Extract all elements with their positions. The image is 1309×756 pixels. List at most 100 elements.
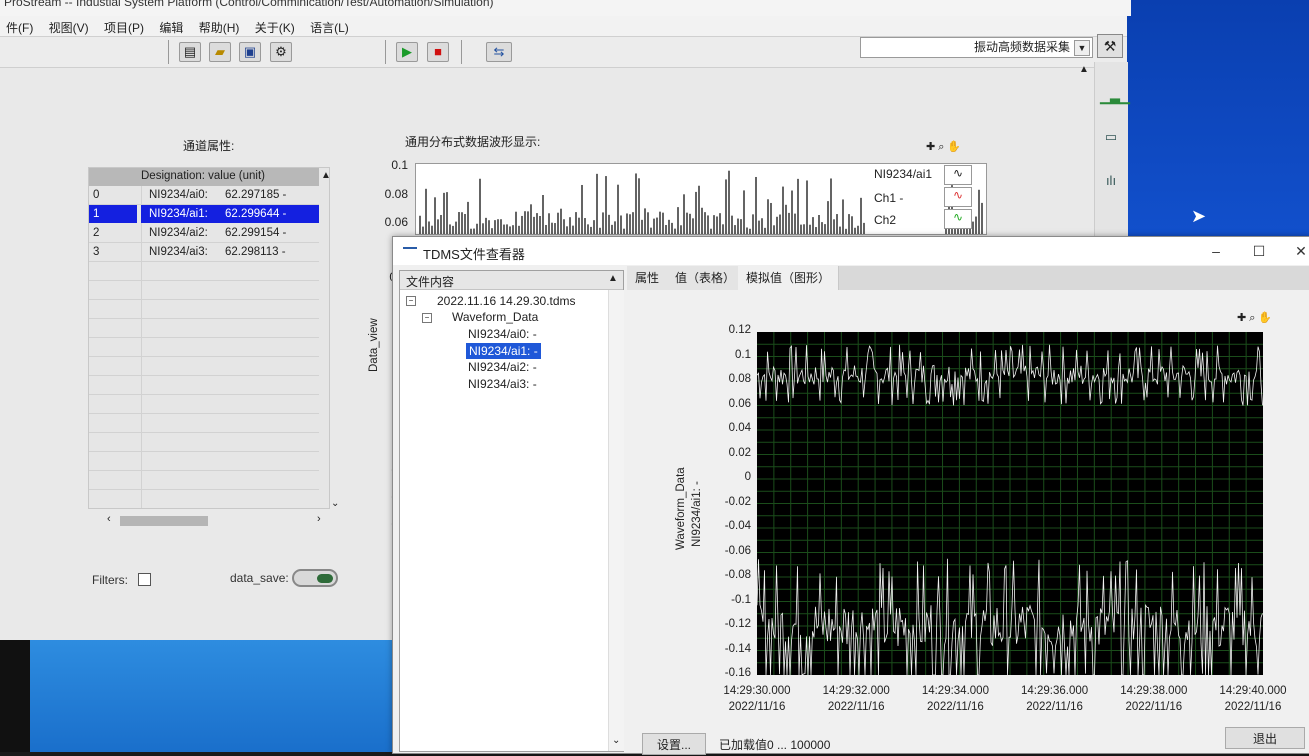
scroll-up-icon[interactable]: ▲	[608, 273, 618, 284]
menu-project[interactable]: 项目(P)	[98, 16, 150, 36]
tab-analog-graph[interactable]: 模拟值（图形）	[738, 266, 840, 290]
mode-select[interactable]: 振动高频数据采集 ▼	[860, 37, 1093, 58]
screen-edge	[0, 630, 30, 752]
x-tick-label: 14:29:32.000 2022/11/16	[822, 685, 890, 713]
menu-language[interactable]: 语言(L)	[304, 16, 355, 36]
y-tick-label: -0.14	[724, 642, 751, 655]
scroll-up-icon[interactable]: ▲	[1077, 64, 1091, 78]
row-index: 1	[89, 205, 137, 223]
filters-label: Filters:	[92, 573, 128, 587]
tree-node-channel[interactable]: NI9234/ai2: -	[468, 359, 537, 375]
window-icon	[403, 247, 417, 255]
tree-node-channel[interactable]: NI9234/ai3: -	[468, 376, 537, 392]
tree-node-group[interactable]: Waveform_Data	[452, 309, 538, 325]
collapse-icon[interactable]: −	[422, 313, 432, 323]
filters-checkbox[interactable]	[138, 573, 151, 586]
row-divider	[89, 280, 319, 281]
table-row-selected[interactable]: 1 NI9234/ai1: 62.299644 -	[89, 205, 319, 223]
y-tick-label: 0.02	[728, 446, 751, 459]
tree-header: 文件内容 ▲	[400, 271, 623, 290]
table-hscrollbar[interactable]: ‹ ›	[105, 513, 327, 527]
menu-bar: 件(F) 视图(V) 项目(P) 编辑 帮助(H) 关于(K) 语言(L)	[0, 16, 1127, 37]
wave-display-label: 通用分布式数据波形显示:	[405, 135, 541, 149]
channel-props-label: 通道属性:	[183, 139, 235, 153]
x-tick-label: 14:29:38.000 2022/11/16	[1120, 685, 1188, 713]
scroll-thumb[interactable]	[120, 516, 208, 526]
export-icon[interactable]: ⇆	[486, 42, 512, 62]
loaded-status: 已加载值0 ... 100000	[719, 738, 831, 752]
y-tick-label: 0	[744, 471, 751, 483]
channel-name: NI9234/ai3:	[149, 246, 208, 258]
tree-node-channel[interactable]: NI9234/ai0: -	[468, 326, 537, 342]
scroll-left-icon[interactable]: ‹	[107, 513, 111, 525]
tab-properties[interactable]: 属性	[627, 266, 669, 290]
stop-icon[interactable]: ■	[427, 42, 449, 62]
minimize-icon[interactable]: –	[1205, 241, 1227, 261]
channel-name: NI9234/ai1:	[149, 208, 208, 220]
maximize-icon[interactable]: ☐	[1248, 241, 1270, 261]
mouse-cursor-icon: ➤	[1191, 206, 1207, 226]
toolbar-separator	[461, 40, 462, 64]
row-divider	[89, 337, 319, 338]
graph-tools-icon[interactable]: ✚⌕✋	[1237, 311, 1297, 327]
y-tick-label: 0.1	[391, 158, 408, 172]
menu-about[interactable]: 关于(K)	[249, 16, 301, 36]
y-tick-label: 0.12	[728, 324, 751, 336]
open-folder-icon[interactable]: ▰	[209, 42, 231, 62]
view-tabs: 属性 值（表格） 模拟值（图形）	[627, 266, 1309, 290]
menu-help[interactable]: 帮助(H)	[193, 16, 246, 36]
table-header: Designation: value (unit)	[89, 168, 319, 186]
legend-item: NI9234/ai1	[874, 167, 933, 181]
plot-legend: NI9234/ai1 Ch1 - Ch2 ∿ ∿ ∿	[870, 163, 980, 233]
y-tick-label: -0.04	[724, 520, 751, 532]
tree-node-file[interactable]: 2022.11.16 14.29.30.tdms	[437, 293, 576, 309]
channel-name: NI9234/ai0:	[149, 189, 208, 201]
row-divider	[89, 299, 319, 300]
close-icon[interactable]: ✕	[1290, 241, 1309, 261]
mode-select-value: 振动高频数据采集	[973, 40, 1070, 54]
settings-gear-icon[interactable]: ⚙	[270, 42, 292, 62]
toolbar-separator	[168, 40, 169, 64]
save-icon[interactable]: ▣	[239, 42, 261, 62]
y-axis-title: NI9234/ai1: -	[691, 481, 703, 547]
x-tick-label: 14:29:34.000 2022/11/16	[921, 685, 989, 713]
y-tick-label: 0.06	[384, 215, 408, 229]
y-tick-label: 0	[356, 270, 396, 284]
legend-line-icon: ∿	[944, 187, 972, 207]
row-divider	[89, 413, 319, 414]
y-tick-label: 0.04	[728, 422, 751, 434]
tab-values-table[interactable]: 值（表格）	[667, 266, 745, 290]
tree-scrollbar[interactable]: ⌄	[608, 290, 624, 751]
tools-icon[interactable]: ⚒	[1097, 34, 1123, 58]
data-save-toggle[interactable]	[292, 569, 338, 587]
new-file-icon[interactable]: ▤	[179, 42, 201, 62]
channel-name: NI9234/ai2:	[149, 227, 208, 239]
tree-header-label: 文件内容	[406, 275, 455, 289]
chevron-down-icon[interactable]: ▼	[1074, 40, 1090, 56]
y-tick-label: -0.06	[724, 544, 751, 557]
row-divider	[89, 432, 319, 433]
scroll-down-icon[interactable]: ⌄	[331, 498, 339, 509]
row-divider	[89, 356, 319, 357]
tree-node-channel-selected[interactable]: NI9234/ai1: -	[466, 343, 541, 359]
scroll-up-icon[interactable]: ▲	[321, 170, 331, 181]
menu-file[interactable]: 件(F)	[0, 16, 39, 36]
table-row[interactable]: 0 NI9234/ai0: 62.297185 -	[89, 186, 319, 204]
graph-tools-icon[interactable]: ✚⌕✋	[926, 140, 982, 156]
run-icon[interactable]: ▶	[396, 42, 418, 62]
y-tick-label: -0.16	[724, 667, 751, 679]
menu-edit[interactable]: 编辑	[153, 16, 189, 36]
spectrum-icon[interactable]: ılı	[1100, 170, 1122, 192]
collapse-icon[interactable]: −	[406, 296, 416, 306]
exit-button[interactable]: 退出	[1225, 727, 1305, 749]
menu-view[interactable]: 视图(V)	[43, 16, 95, 36]
scroll-down-icon[interactable]: ⌄	[612, 735, 620, 746]
row-divider	[89, 451, 319, 452]
report-icon[interactable]: ▭	[1100, 126, 1122, 148]
chart-icon[interactable]: ▁▃▁	[1100, 86, 1130, 108]
row-index: 2	[93, 227, 100, 239]
legend-item: Ch1 -	[874, 191, 904, 205]
table-row[interactable]: 3 NI9234/ai3: 62.298113 -	[89, 243, 319, 261]
table-row[interactable]: 2 NI9234/ai2: 62.299154 -	[89, 224, 319, 242]
scroll-right-icon[interactable]: ›	[317, 513, 321, 525]
